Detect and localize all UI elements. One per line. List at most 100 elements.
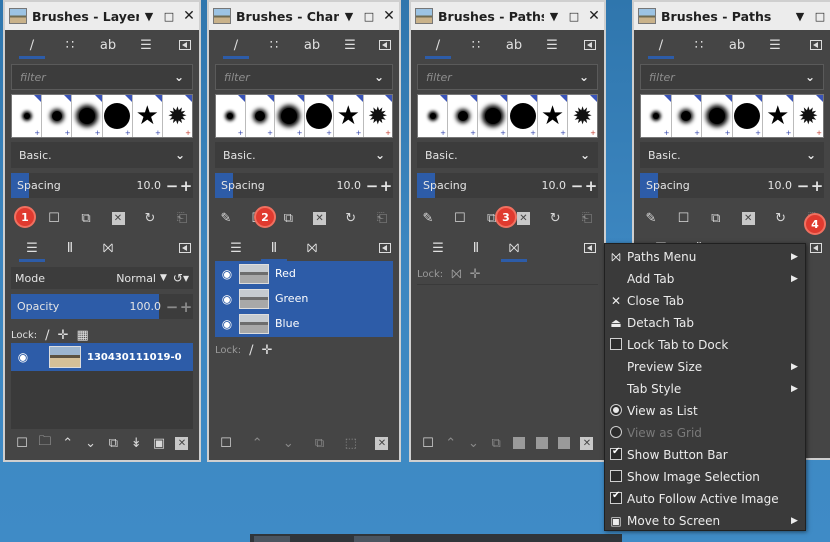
channel-row-green[interactable]: ◉ Green xyxy=(215,286,393,311)
channel-row-blue[interactable]: ◉ Blue xyxy=(215,311,393,336)
chevron-down-icon[interactable]: ⌄ xyxy=(806,148,816,162)
tab-menu-icon[interactable] xyxy=(379,243,391,253)
maximize-button[interactable]: □ xyxy=(159,10,179,23)
tab-channels[interactable]: Ⅱ xyxy=(457,233,495,263)
tab-brushes[interactable]: ∕ xyxy=(642,30,680,60)
tab-brushes[interactable]: ∕ xyxy=(217,30,255,60)
menu-item-add-tab[interactable]: Add Tab ▶ xyxy=(605,268,805,290)
plus-icon[interactable]: + xyxy=(179,298,193,316)
minus-icon[interactable]: − xyxy=(796,177,810,195)
tab-menu-icon[interactable] xyxy=(379,40,391,50)
brush-preset[interactable]: + xyxy=(418,95,448,137)
tab-patterns[interactable]: ∷ xyxy=(51,30,89,60)
shade-button[interactable]: ▼ xyxy=(790,10,810,23)
lock-position-icon[interactable]: ✛ xyxy=(262,343,273,358)
new-layer-icon[interactable]: ☐ xyxy=(11,432,33,454)
plus-icon[interactable]: + xyxy=(810,177,824,195)
titlebar[interactable]: Brushes - Layers ▼ □ ✕ xyxy=(5,2,199,30)
duplicate-path-icon[interactable]: ⧉ xyxy=(485,432,507,454)
brush-preset[interactable]: + xyxy=(216,95,246,137)
tab-patterns[interactable]: ∷ xyxy=(255,30,293,60)
brush-preset[interactable]: ★ + xyxy=(133,95,163,137)
tab-paths[interactable]: ⨝ xyxy=(89,233,127,263)
tag-preset-select[interactable]: Basic. ⌄ xyxy=(640,142,824,168)
chevron-down-icon[interactable]: ⌄ xyxy=(375,148,385,162)
menu-item-show-button-bar[interactable]: Show Button Bar xyxy=(605,444,805,466)
menu-item-preview-size[interactable]: Preview Size ▶ xyxy=(605,356,805,378)
brush-preset[interactable]: + xyxy=(641,95,672,137)
brush-preset[interactable]: ✹ + xyxy=(163,95,193,137)
minus-icon[interactable]: − xyxy=(365,177,379,195)
close-button[interactable]: ✕ xyxy=(584,8,604,24)
tab-channels[interactable]: Ⅱ xyxy=(51,233,89,263)
brush-filter-field[interactable]: filter ⌄ xyxy=(215,64,393,90)
tab-fonts[interactable]: ab xyxy=(718,30,756,60)
delete-layer-icon[interactable] xyxy=(171,432,193,454)
tab-history[interactable]: ☰ xyxy=(533,30,571,60)
chevron-down-icon[interactable]: ⌄ xyxy=(579,70,589,84)
brush-preset[interactable]: + xyxy=(275,95,305,137)
minus-icon[interactable]: − xyxy=(165,177,179,195)
edit-brush-icon[interactable]: ✎ xyxy=(215,207,237,229)
titlebar[interactable]: Brushes - Paths ▼ □ xyxy=(634,2,830,30)
checkbox-icon[interactable] xyxy=(610,490,622,504)
tab-brushes[interactable]: ∕ xyxy=(13,30,51,60)
visibility-eye-icon[interactable]: ◉ xyxy=(215,292,239,306)
lock-pixels-icon[interactable]: ∕ xyxy=(45,328,49,343)
brush-preset[interactable]: ✹ + xyxy=(364,95,392,137)
raise-path-icon[interactable]: ⌃ xyxy=(440,432,462,454)
spacing-slider[interactable]: Spacing 10.0 − + xyxy=(640,173,824,198)
chevron-down-icon[interactable]: ⌄ xyxy=(374,70,384,84)
brush-preset[interactable]: + xyxy=(246,95,275,137)
tag-preset-select[interactable]: Basic. ⌄ xyxy=(215,142,393,168)
mode-reset-icon[interactable]: ↺▾ xyxy=(173,271,189,285)
checkbox-icon[interactable] xyxy=(610,446,622,460)
chevron-down-icon[interactable]: ⌄ xyxy=(805,70,815,84)
visibility-eye-icon[interactable]: ◉ xyxy=(11,350,35,364)
refresh-icon[interactable]: ↻ xyxy=(544,207,566,229)
raise-channel-icon[interactable]: ⌃ xyxy=(246,432,268,454)
new-brush-icon[interactable]: ☐ xyxy=(43,207,65,229)
taskbar-item[interactable] xyxy=(354,536,390,542)
shade-button[interactable]: ▼ xyxy=(339,10,359,23)
delete-brush-icon[interactable] xyxy=(309,207,331,229)
tab-fonts[interactable]: ab xyxy=(495,30,533,60)
lower-layer-icon[interactable]: ⌄ xyxy=(80,432,102,454)
chevron-down-icon[interactable]: ⌄ xyxy=(580,148,590,162)
tab-layers[interactable]: ☰ xyxy=(419,233,457,263)
lock-path-strokes-icon[interactable]: ⨝ xyxy=(451,267,462,282)
selection-to-path-icon[interactable] xyxy=(531,432,553,454)
layer-name[interactable]: 130430111019-0 xyxy=(87,352,182,363)
new-layer-group-icon[interactable]: 🗀 xyxy=(34,432,56,454)
tag-preset-select[interactable]: Basic. ⌄ xyxy=(417,142,598,168)
tab-brushes[interactable]: ∕ xyxy=(419,30,457,60)
brush-preset[interactable]: + xyxy=(478,95,508,137)
paint-along-path-icon[interactable] xyxy=(553,432,575,454)
close-button[interactable]: ✕ xyxy=(179,8,199,24)
brush-preset[interactable]: + xyxy=(305,95,334,137)
tab-paths[interactable]: ⨝ xyxy=(495,233,533,263)
brush-preset[interactable]: + xyxy=(508,95,538,137)
open-as-image-icon[interactable]: ⎗ xyxy=(576,207,598,229)
spacing-slider[interactable]: Spacing 10.0 − + xyxy=(215,173,393,198)
duplicate-brush-icon[interactable]: ⧉ xyxy=(277,207,299,229)
tab-layers[interactable]: ☰ xyxy=(217,233,255,263)
edit-brush-icon[interactable]: ✎ xyxy=(417,207,439,229)
menu-item-view-as-list[interactable]: View as List xyxy=(605,400,805,422)
delete-path-icon[interactable] xyxy=(576,432,598,454)
radio-icon[interactable] xyxy=(610,403,622,416)
channel-row-red[interactable]: ◉ Red xyxy=(215,261,393,286)
brush-preset[interactable]: + xyxy=(448,95,478,137)
lock-alpha-icon[interactable]: ▦ xyxy=(76,328,88,343)
checkbox-icon[interactable] xyxy=(610,469,622,482)
menu-item-auto-follow-active-image[interactable]: Auto Follow Active Image xyxy=(605,488,805,510)
tab-history[interactable]: ☰ xyxy=(127,30,165,60)
visibility-eye-icon[interactable]: ◉ xyxy=(215,317,239,331)
delete-channel-icon[interactable] xyxy=(371,432,393,454)
brush-preset[interactable]: + xyxy=(72,95,103,137)
menu-item-detach-tab[interactable]: ⏏ Detach Tab xyxy=(605,312,805,334)
tab-menu-icon[interactable] xyxy=(810,40,822,50)
shade-button[interactable]: ▼ xyxy=(139,10,159,23)
brush-filter-field[interactable]: filter ⌄ xyxy=(640,64,824,90)
tab-patterns[interactable]: ∷ xyxy=(680,30,718,60)
